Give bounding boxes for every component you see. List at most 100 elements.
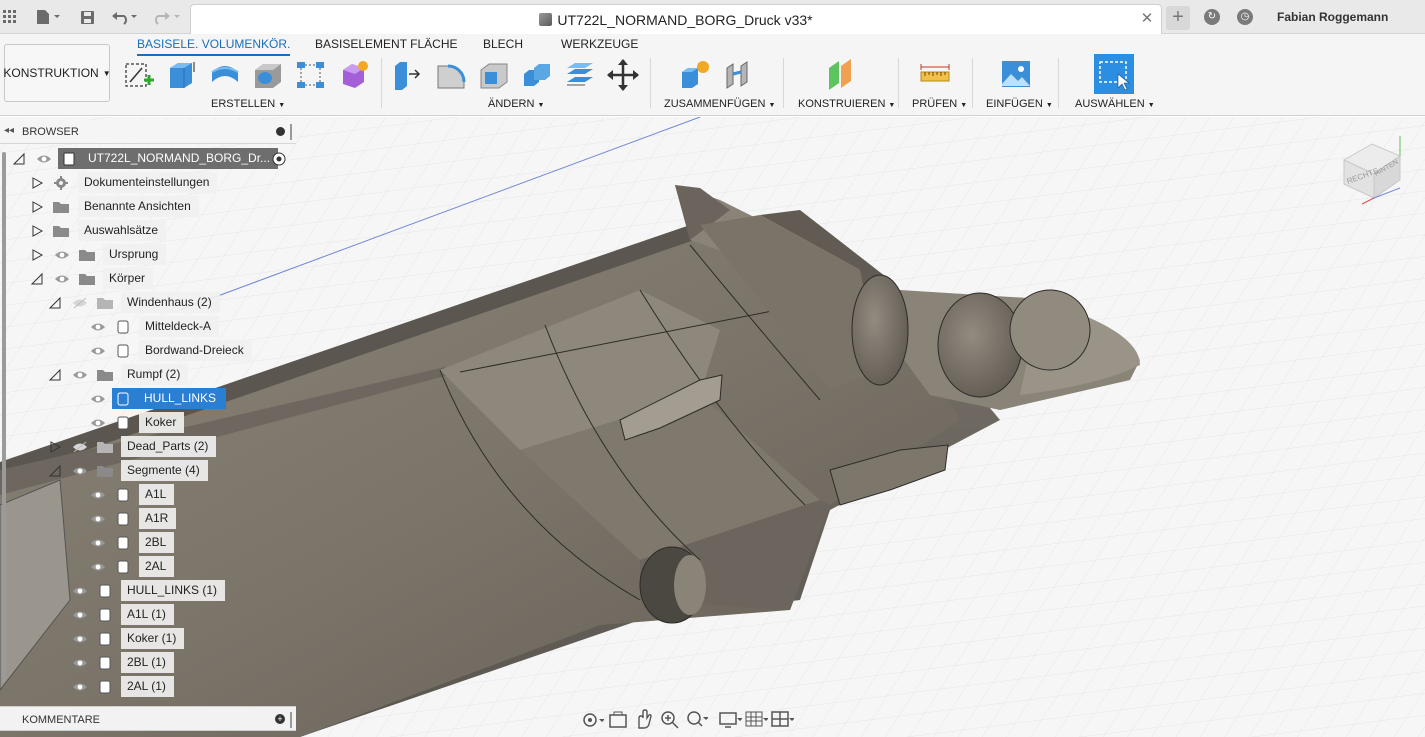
create-sketch-icon[interactable] — [122, 58, 156, 92]
new-component-icon[interactable] — [678, 58, 712, 92]
tree-row-a1r[interactable]: A1R — [139, 508, 177, 529]
visibility-eye-icon[interactable] — [54, 249, 70, 261]
collapse-triangle-icon[interactable] — [48, 464, 62, 478]
comments-panel[interactable]: KOMMENTARE + — [0, 706, 296, 731]
tree-row-windenhaus[interactable]: Windenhaus (2) — [121, 292, 220, 313]
collapse-triangle-icon[interactable] — [30, 272, 44, 286]
tree-row-2al[interactable]: 2AL — [139, 556, 175, 577]
measure-icon[interactable] — [918, 58, 952, 92]
document-tab[interactable]: UT722L_NORMAND_BORG_Druck v33* ✕ — [190, 4, 1162, 34]
tree-row-origin[interactable]: Ursprung — [103, 244, 167, 265]
visibility-eye-icon[interactable] — [72, 681, 88, 693]
visibility-eye-icon[interactable] — [72, 609, 88, 621]
tree-row-a1l-1[interactable]: A1L (1) — [121, 604, 174, 625]
collapse-triangle-icon[interactable] — [12, 152, 26, 166]
browser-minimize-icon[interactable] — [276, 127, 285, 136]
select-icon[interactable] — [1094, 54, 1134, 94]
revolve-icon[interactable] — [208, 58, 242, 92]
tree-row-koker-1[interactable]: Koker (1) — [121, 628, 185, 649]
viewports-icon[interactable] — [770, 708, 794, 732]
tree-row-rumpf[interactable]: Rumpf (2) — [121, 364, 189, 385]
tree-row-mitteldeck[interactable]: Mitteldeck-A — [139, 316, 220, 337]
tree-row-selection-sets[interactable]: Auswahlsätze — [78, 220, 167, 241]
visibility-eye-icon[interactable] — [90, 561, 106, 573]
app-grid-icon[interactable] — [2, 7, 18, 27]
pan-hand-icon[interactable] — [632, 708, 656, 732]
redo-icon[interactable] — [150, 7, 182, 27]
user-name[interactable]: Fabian Roggemann — [1277, 10, 1388, 24]
tree-row-document-settings[interactable]: Dokumenteinstellungen — [78, 172, 218, 193]
zoom-window-icon[interactable] — [684, 708, 708, 732]
group-auswaehlen[interactable]: AUSWÄHLEN ▼ — [1075, 98, 1155, 110]
tree-row-dead-parts[interactable]: Dead_Parts (2) — [121, 436, 217, 457]
extrude-icon[interactable] — [165, 58, 199, 92]
visibility-eye-icon[interactable] — [72, 465, 88, 477]
visibility-eye-icon[interactable] — [36, 153, 52, 165]
browser-scrollbar[interactable] — [2, 152, 6, 682]
file-menu-icon[interactable] — [34, 7, 62, 27]
expand-triangle-icon[interactable] — [30, 176, 44, 190]
expand-triangle-icon[interactable] — [48, 440, 62, 454]
visibility-eye-icon[interactable] — [90, 345, 106, 357]
tree-row-a1l[interactable]: A1L — [139, 484, 175, 505]
look-at-icon[interactable] — [606, 708, 630, 732]
zoom-icon[interactable] — [658, 708, 682, 732]
group-pruefen[interactable]: PRÜFEN ▼ — [912, 98, 967, 110]
visibility-eye-icon[interactable] — [90, 513, 106, 525]
tree-row-2bl[interactable]: 2BL — [139, 532, 175, 553]
new-tab-button[interactable]: + — [1166, 6, 1190, 30]
collapse-panel-icon[interactable]: ◂◂ — [4, 125, 14, 136]
joint-icon[interactable] — [721, 58, 755, 92]
expand-triangle-icon[interactable] — [30, 200, 44, 214]
tree-row-bordwand[interactable]: Bordwand-Dreieck — [139, 340, 252, 361]
job-status-icon[interactable]: ↻ — [1204, 9, 1220, 25]
clock-icon[interactable]: ◷ — [1237, 9, 1253, 25]
hole-icon[interactable] — [251, 58, 285, 92]
tree-row-koker[interactable]: Koker — [139, 412, 185, 433]
display-settings-icon[interactable] — [718, 708, 742, 732]
undo-icon[interactable] — [110, 7, 140, 27]
group-zusammenfuegen[interactable]: ZUSAMMENFÜGEN ▼ — [664, 98, 775, 110]
combine-icon[interactable] — [520, 58, 554, 92]
visibility-eye-icon[interactable] — [72, 585, 88, 597]
offset-plane-icon[interactable] — [825, 58, 859, 92]
tab-sheet-metal[interactable]: BLECH — [483, 37, 523, 51]
shell-icon[interactable] — [477, 58, 511, 92]
collapse-triangle-icon[interactable] — [48, 368, 62, 382]
expand-triangle-icon[interactable] — [30, 248, 44, 262]
orbit-icon[interactable] — [580, 708, 604, 732]
tree-row-bodies[interactable]: Körper — [103, 268, 154, 289]
tree-row-2al-1[interactable]: 2AL (1) — [121, 676, 174, 697]
close-tab-icon[interactable]: ✕ — [1139, 11, 1155, 27]
visibility-eye-icon[interactable] — [90, 393, 106, 405]
tree-row-root[interactable]: UT722L_NORMAND_BORG_Dr... — [58, 148, 279, 169]
insert-image-icon[interactable] — [999, 58, 1033, 92]
fillet-icon[interactable] — [434, 58, 468, 92]
visibility-eye-icon[interactable] — [54, 273, 70, 285]
tab-tools[interactable]: WERKZEUGE — [561, 37, 638, 51]
visibility-eye-icon[interactable] — [90, 489, 106, 501]
expand-triangle-icon[interactable] — [30, 224, 44, 238]
view-cube[interactable]: RECHTS HINTEN — [1338, 132, 1410, 207]
tree-row-segmente[interactable]: Segmente (4) — [121, 460, 208, 481]
workspace-switcher[interactable]: KONSTRUKTION ▼ — [3, 44, 111, 102]
visibility-hidden-icon[interactable] — [72, 297, 88, 309]
grid-settings-icon[interactable] — [744, 708, 768, 732]
visibility-eye-icon[interactable] — [90, 321, 106, 333]
activate-radio-icon[interactable] — [272, 152, 286, 166]
visibility-eye-icon[interactable] — [72, 657, 88, 669]
collapse-triangle-icon[interactable] — [48, 296, 62, 310]
tab-surface[interactable]: BASISELEMENT FLÄCHE — [315, 37, 458, 51]
add-comment-icon[interactable]: + — [275, 714, 285, 724]
visibility-eye-icon[interactable] — [72, 369, 88, 381]
save-icon[interactable] — [78, 7, 96, 27]
group-konstruieren[interactable]: KONSTRUIEREN ▼ — [798, 98, 895, 110]
tree-row-2bl-1[interactable]: 2BL (1) — [121, 652, 174, 673]
split-body-icon[interactable] — [563, 58, 597, 92]
create-form-icon[interactable] — [337, 58, 371, 92]
group-aendern[interactable]: ÄNDERN ▼ — [488, 98, 544, 110]
move-icon[interactable] — [606, 58, 640, 92]
tree-row-named-views[interactable]: Benannte Ansichten — [78, 196, 199, 217]
visibility-eye-icon[interactable] — [90, 537, 106, 549]
panel-grip-icon[interactable] — [290, 712, 292, 728]
